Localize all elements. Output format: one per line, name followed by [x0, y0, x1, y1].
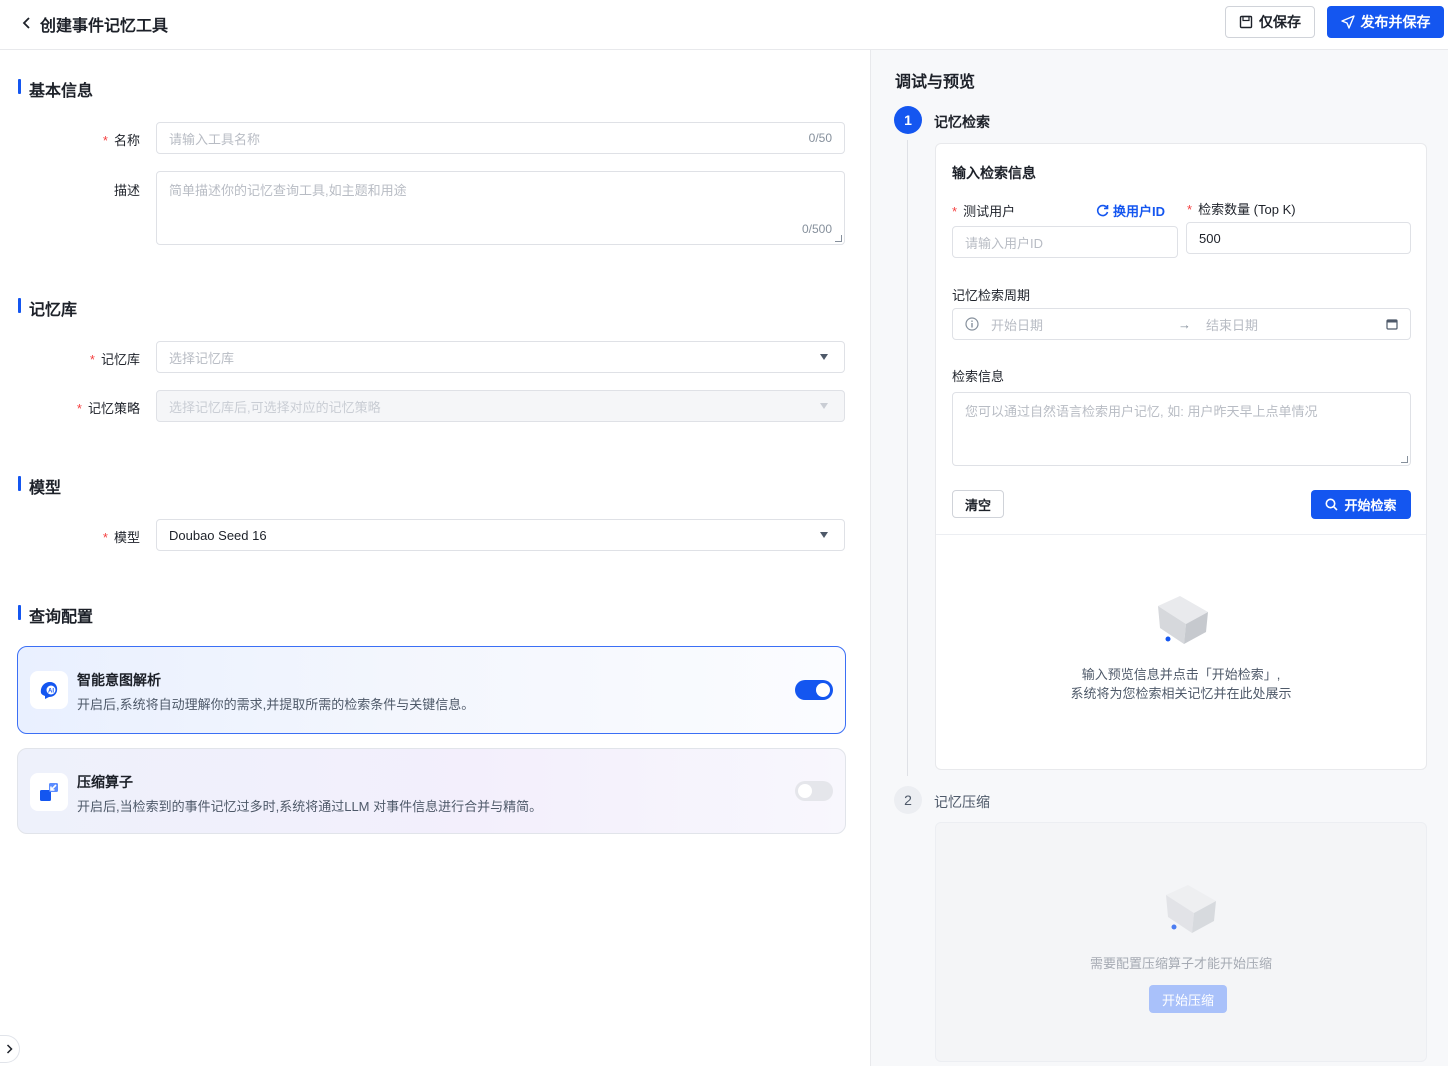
send-icon: [1340, 15, 1355, 29]
model-value: Doubao Seed 16: [169, 527, 267, 543]
empty-box-icon: [1166, 885, 1216, 933]
query-textarea[interactable]: 您可以通过自然语言检索用户记忆, 如: 用户昨天早上点单情况: [952, 392, 1411, 466]
query-label: 检索信息: [952, 369, 1005, 384]
start-date-placeholder[interactable]: 开始日期: [991, 315, 1043, 334]
test-user-label: * 测试用户: [952, 204, 1016, 219]
save-only-button[interactable]: 仅保存: [1225, 6, 1315, 38]
library-placeholder: 选择记忆库: [169, 350, 235, 366]
name-placeholder: 请输入工具名称: [169, 131, 261, 147]
empty-box-icon: [1158, 596, 1208, 644]
publish-button[interactable]: 发布并保存: [1327, 6, 1444, 38]
retrieval-panel-title: 输入检索信息: [952, 165, 1036, 181]
svg-text:AI: AI: [48, 689, 54, 695]
arrow-icon: →: [1178, 316, 1191, 332]
step-connector: [907, 140, 908, 776]
section-query: 查询配置: [18, 603, 93, 627]
switch-user-label: 换用户ID: [1113, 204, 1166, 219]
step-1-label: 记忆检索: [934, 114, 990, 130]
topk-value: 500: [1199, 230, 1221, 246]
step-2-badge: 2: [894, 786, 922, 814]
strategy-select: 选择记忆库后,可选择对应的记忆策略: [156, 390, 845, 422]
desc-label: 描述: [113, 183, 140, 198]
compress-card: 压缩算子 开启后,当检索到的事件记忆过多时,系统将通过LLM 对事件信息进行合并…: [17, 748, 846, 834]
ai-brain-icon: AI: [30, 671, 68, 709]
resize-handle-icon[interactable]: [835, 235, 842, 242]
publish-label: 发布并保存: [1360, 14, 1431, 30]
preview-panel: 调试与预览 1 记忆检索 输入检索信息 * 测试用户 换用户ID * 检索数量 (T…: [870, 50, 1448, 1066]
dropdown-icon: [820, 532, 828, 538]
save-only-label: 仅保存: [1259, 14, 1301, 30]
compress-desc: 开启后,当检索到的事件记忆过多时,系统将通过LLM 对事件信息进行合并与精简。: [77, 799, 543, 814]
step-2-label: 记忆压缩: [934, 794, 990, 810]
back-icon[interactable]: [16, 12, 38, 34]
desc-textarea[interactable]: 简单描述你的记忆查询工具,如主题和用途 0/500: [156, 171, 845, 245]
end-date-placeholder[interactable]: 结束日期: [1206, 315, 1258, 334]
compress-empty-text: 需要配置压缩算子才能开始压缩: [1089, 956, 1272, 971]
intent-desc: 开启后,系统将自动理解你的需求,并提取所需的检索条件与关键信息。: [77, 697, 475, 712]
chevron-right-icon: [6, 1044, 13, 1054]
resize-handle-icon[interactable]: [1401, 456, 1408, 463]
strategy-label: * 记忆策略: [76, 401, 140, 416]
clear-button[interactable]: 清空: [952, 490, 1004, 518]
model-label: * 模型: [102, 530, 140, 545]
compress-title: 压缩算子: [77, 774, 133, 790]
empty-hint-line1: 输入预览信息并点击「开始检索」,: [1081, 667, 1281, 682]
date-range-picker[interactable]: 开始日期 → 结束日期: [952, 308, 1411, 340]
compress-panel: 需要配置压缩算子才能开始压缩 开始压缩: [935, 822, 1427, 1062]
library-label: * 记忆库: [89, 352, 140, 367]
compress-toggle[interactable]: [795, 781, 833, 801]
start-compress-button: 开始压缩: [1149, 985, 1227, 1013]
intent-title: 智能意图解析: [77, 672, 161, 688]
start-search-button[interactable]: 开始检索: [1311, 490, 1411, 519]
name-count: 0/50: [808, 131, 832, 145]
strategy-placeholder: 选择记忆库后,可选择对应的记忆策略: [169, 399, 381, 415]
dropdown-icon: [820, 354, 828, 360]
start-search-label: 开始检索: [1344, 498, 1397, 513]
desc-count: 0/500: [801, 222, 832, 236]
user-id-input[interactable]: 请输入用户ID: [952, 226, 1178, 258]
model-select[interactable]: Doubao Seed 16: [156, 519, 845, 551]
empty-hint-line2: 系统将为您检索相关记忆并在此处展示: [1070, 686, 1292, 701]
section-model: 模型: [18, 474, 61, 498]
compress-icon: [30, 773, 68, 811]
save-icon: [1239, 15, 1253, 29]
name-label: * 名称: [102, 133, 140, 148]
top-bar: 创建事件记忆工具 仅保存 发布并保存: [0, 0, 1448, 50]
refresh-icon: [1096, 204, 1109, 217]
query-placeholder: 您可以通过自然语言检索用户记忆, 如: 用户昨天早上点单情况: [965, 404, 1318, 419]
user-id-placeholder: 请输入用户ID: [965, 235, 1044, 251]
search-icon: [1325, 498, 1339, 511]
period-label: 记忆检索周期: [952, 288, 1031, 303]
dropdown-icon: [820, 403, 828, 409]
switch-user-link[interactable]: 换用户ID: [1096, 201, 1165, 220]
library-select[interactable]: 选择记忆库: [156, 341, 845, 373]
section-basic-info: 基本信息: [18, 77, 93, 101]
info-icon: [965, 317, 979, 331]
topk-input[interactable]: 500: [1186, 222, 1411, 254]
page-title: 创建事件记忆工具: [40, 18, 169, 35]
divider: [936, 534, 1426, 535]
retrieval-panel: 输入检索信息 * 测试用户 换用户ID * 检索数量 (Top K) 请输入用户ID…: [935, 143, 1427, 770]
section-memory: 记忆库: [18, 296, 77, 320]
toggle-knob: [798, 784, 812, 798]
intent-card: AI 智能意图解析 开启后,系统将自动理解你的需求,并提取所需的检索条件与关键信…: [17, 646, 846, 734]
form-panel: 基本信息 * 名称 请输入工具名称 0/50 描述 简单描述你的记忆查询工具,如主…: [0, 50, 870, 1066]
topk-label: * 检索数量 (Top K): [1187, 202, 1296, 217]
step-1-badge: 1: [894, 106, 922, 134]
preview-title: 调试与预览: [895, 74, 976, 91]
name-input[interactable]: 请输入工具名称 0/50: [156, 122, 845, 154]
intent-toggle[interactable]: [795, 680, 833, 700]
desc-placeholder: 简单描述你的记忆查询工具,如主题和用途: [169, 183, 407, 198]
toggle-knob: [816, 683, 830, 697]
calendar-icon: [1386, 319, 1398, 330]
